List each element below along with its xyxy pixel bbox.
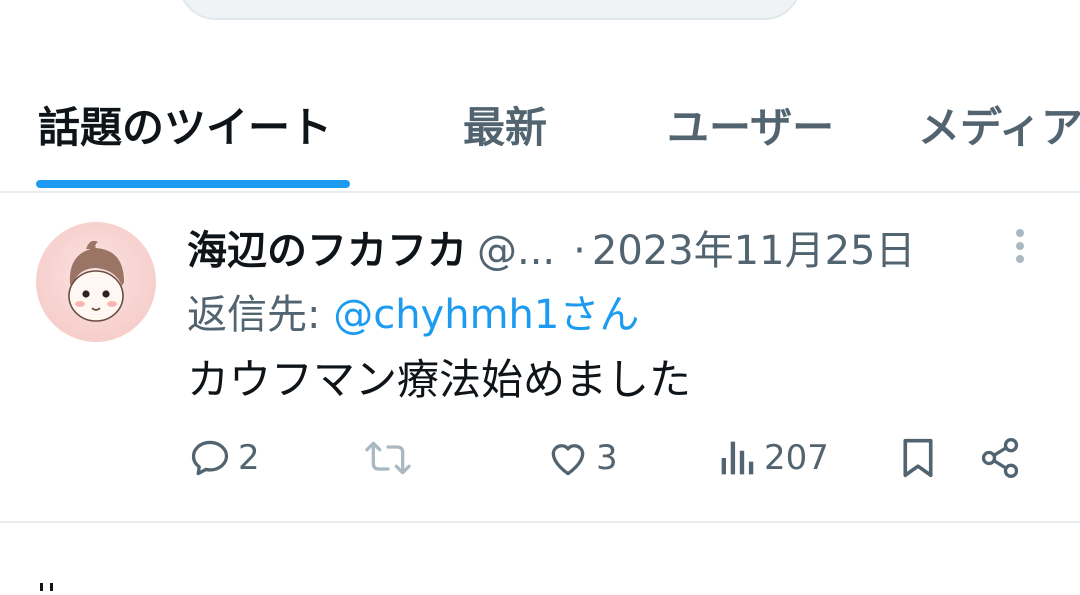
share-icon	[981, 438, 1019, 478]
views-button[interactable]: 207	[718, 432, 829, 484]
next-item-partial	[38, 576, 68, 591]
tab-top-tweets[interactable]: 話題のツイート	[38, 94, 332, 155]
share-button[interactable]	[978, 432, 1022, 484]
bookmark-button[interactable]	[898, 432, 938, 484]
more-vertical-icon	[1016, 229, 1024, 263]
tweet-date[interactable]: 2023年11月25日	[592, 228, 916, 274]
like-button[interactable]: 3	[546, 432, 618, 484]
avatar[interactable]	[36, 222, 156, 342]
bookmark-icon	[903, 438, 933, 478]
reply-icon	[191, 440, 229, 476]
tab-users[interactable]: ユーザー	[667, 94, 834, 155]
tweet-header: 海辺のフカフカ @... · 2023年11月25日	[187, 218, 915, 276]
tab-media[interactable]: メディア	[918, 94, 1080, 155]
user-handle[interactable]: @...	[477, 228, 555, 274]
heart-icon	[551, 444, 585, 476]
retweet-icon	[365, 441, 411, 475]
tweet-divider	[0, 521, 1080, 523]
views-count: 207	[764, 438, 829, 478]
reply-count: 2	[238, 438, 260, 478]
tab-bar: 話題のツイート 最新 ユーザー メディア	[0, 0, 1080, 193]
display-name[interactable]: 海辺のフカフカ	[187, 228, 467, 274]
tweet-text: カウフマン療法始めました	[187, 355, 692, 404]
separator-dot: ·	[573, 228, 586, 274]
views-icon	[721, 441, 754, 475]
reply-mention-link[interactable]: @chyhmh1さん	[333, 292, 639, 338]
reply-prefix: 返信先:	[187, 292, 321, 338]
reply-context: 返信先: @chyhmh1さん	[187, 282, 639, 340]
reply-button[interactable]: 2	[188, 432, 260, 484]
baby-face-icon	[68, 240, 124, 322]
more-options-button[interactable]	[1002, 226, 1038, 266]
like-count: 3	[596, 438, 618, 478]
active-tab-indicator	[36, 180, 350, 188]
tab-divider	[0, 191, 1080, 193]
retweet-button[interactable]	[364, 432, 418, 484]
tab-latest[interactable]: 最新	[463, 94, 547, 155]
